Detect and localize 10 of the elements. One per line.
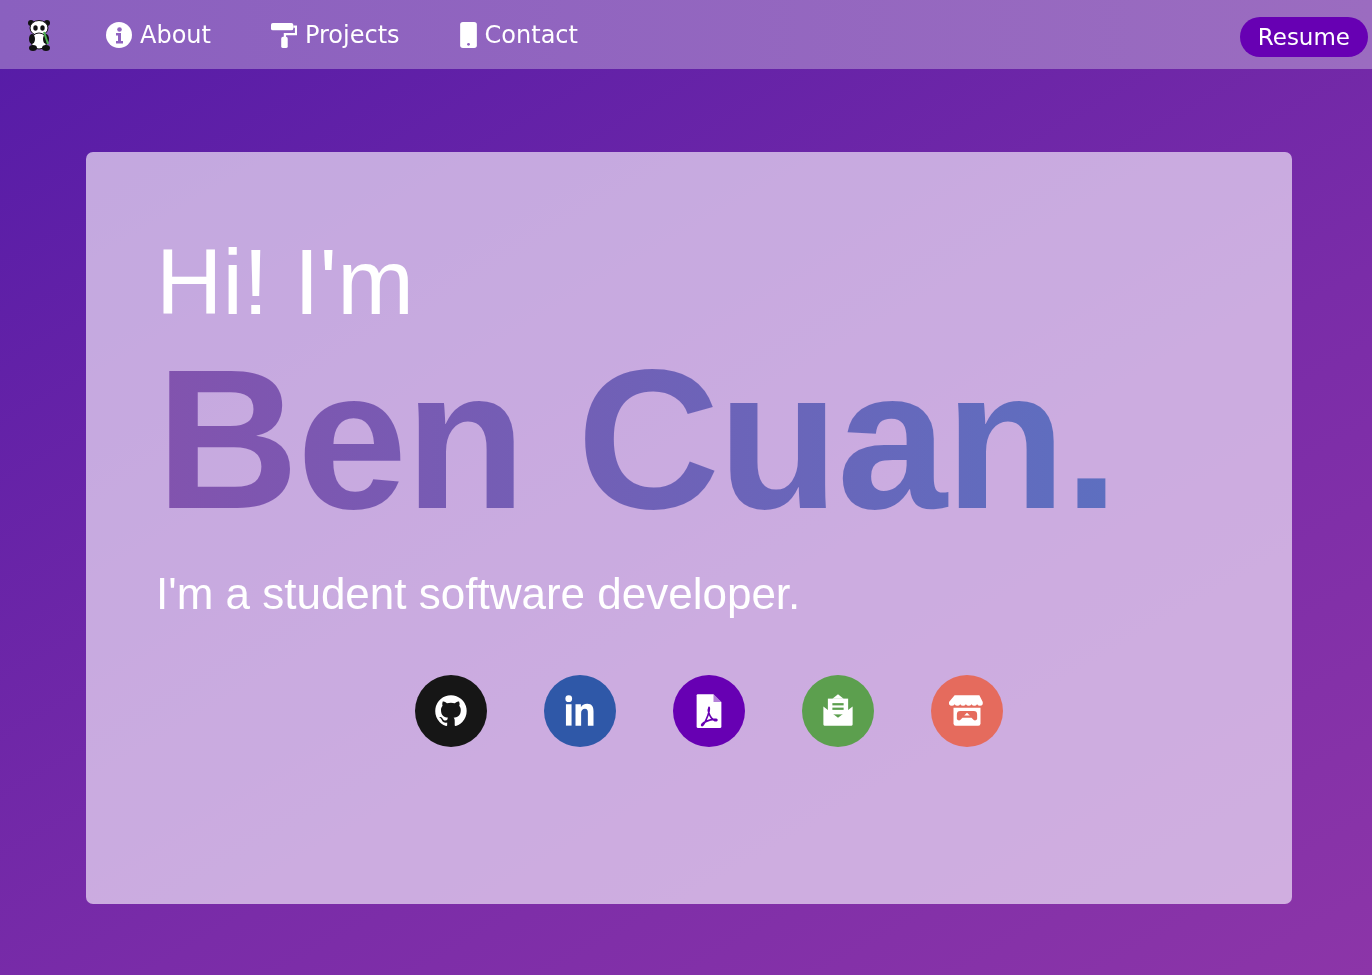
resume-button[interactable]: Resume bbox=[1239, 16, 1368, 57]
info-icon bbox=[106, 21, 132, 48]
paint-roller-icon bbox=[270, 21, 297, 48]
nav-link[interactable]: Projects bbox=[270, 20, 400, 49]
greeting-text: Hi! I'm bbox=[156, 232, 414, 334]
nav-link[interactable]: About bbox=[106, 20, 211, 49]
tagline-text: I'm a student software developer. bbox=[156, 569, 801, 620]
panda-logo-icon[interactable] bbox=[27, 17, 53, 52]
phone-icon bbox=[459, 21, 477, 48]
nav-link[interactable]: Contact bbox=[459, 20, 578, 49]
